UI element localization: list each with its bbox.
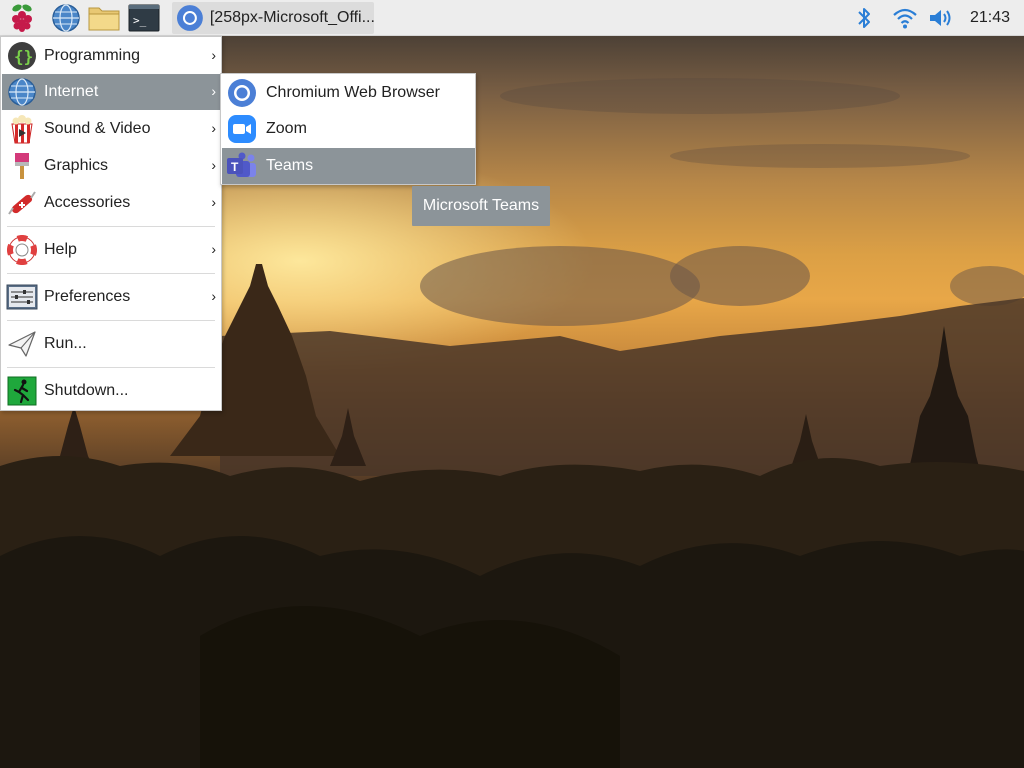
internet-globe-icon	[6, 76, 38, 108]
shutdown-exit-icon	[6, 375, 38, 407]
menu-separator	[7, 367, 215, 368]
taskbar-window-chromium[interactable]: [258px-Microsoft_Offi...	[172, 2, 374, 34]
menu-item-sound-video[interactable]: Sound & Video ›	[2, 111, 220, 147]
submenu-item-label: Chromium Web Browser	[266, 84, 440, 101]
menu-separator	[7, 226, 215, 227]
chromium-icon	[226, 77, 258, 109]
programming-icon: {}	[6, 40, 38, 72]
menu-item-label: Sound & Video	[44, 120, 151, 137]
submenu-item-chromium[interactable]: Chromium Web Browser	[222, 75, 475, 111]
svg-text:{}: {}	[14, 47, 33, 66]
terminal-launcher[interactable]: >_	[128, 2, 160, 34]
menu-item-help[interactable]: Help ›	[2, 232, 220, 268]
submenu-item-zoom[interactable]: Zoom	[222, 111, 475, 147]
graphics-icon	[6, 150, 38, 182]
accessories-icon	[6, 187, 38, 219]
submenu-arrow-icon: ›	[211, 120, 216, 136]
menu-item-graphics[interactable]: Graphics ›	[2, 148, 220, 184]
sound-video-icon	[6, 113, 38, 145]
help-lifebuoy-icon	[6, 234, 38, 266]
menu-item-label: Run...	[44, 335, 87, 352]
svg-text:>_: >_	[133, 14, 147, 27]
submenu-arrow-icon: ›	[211, 194, 216, 210]
submenu-arrow-icon: ›	[211, 241, 216, 257]
file-manager-icon	[88, 7, 120, 31]
web-browser-launcher[interactable]	[50, 2, 82, 34]
submenu-arrow-icon: ›	[211, 157, 216, 173]
menu-separator	[7, 320, 215, 321]
svg-text:T: T	[231, 160, 239, 174]
web-browser-icon	[52, 4, 80, 32]
menu-item-accessories[interactable]: Accessories ›	[2, 185, 220, 221]
submenu-arrow-icon: ›	[211, 47, 216, 63]
menu-item-preferences[interactable]: Preferences ›	[2, 279, 220, 315]
menu-item-shutdown[interactable]: Shutdown...	[2, 373, 220, 409]
submenu-item-label: Zoom	[266, 120, 307, 137]
chromium-icon	[176, 5, 203, 31]
menu-item-label: Preferences	[44, 288, 131, 305]
menu-item-label: Help	[44, 241, 77, 258]
submenu-arrow-icon: ›	[211, 288, 216, 304]
submenu-arrow-icon: ›	[211, 83, 216, 99]
menu-item-run[interactable]: Run...	[2, 326, 220, 362]
terminal-icon: >_	[128, 4, 160, 32]
tooltip: Microsoft Teams	[412, 186, 550, 226]
bluetooth-tray-button[interactable]	[856, 4, 872, 32]
volume-icon	[930, 10, 951, 26]
menu-item-label: Graphics	[44, 157, 109, 174]
internet-submenu: Chromium Web Browser Zoom T Teams	[220, 73, 476, 185]
menu-item-label: Programming	[44, 47, 141, 64]
teams-icon: T	[226, 150, 258, 182]
file-manager-launcher[interactable]	[88, 2, 120, 34]
volume-tray-button[interactable]	[928, 4, 956, 32]
submenu-item-label: Teams	[266, 157, 314, 174]
menu-item-internet[interactable]: Internet ›	[2, 74, 220, 110]
wifi-icon	[893, 8, 917, 29]
clock[interactable]: 21:43	[970, 9, 1010, 27]
task-window-title: [258px-Microsoft_Offi...	[209, 9, 374, 26]
menu-item-label: Shutdown...	[44, 382, 129, 399]
menu-item-programming[interactable]: {} Programming ›	[2, 38, 220, 74]
menu-item-label: Internet	[44, 83, 99, 100]
raspberry-menu-icon	[12, 4, 32, 32]
raspberry-menu-button[interactable]	[6, 2, 38, 34]
taskbar: >_ [258px-Microsoft_Offi... 21:43	[0, 0, 1024, 36]
menu-separator	[7, 273, 215, 274]
zoom-icon	[226, 113, 258, 145]
run-paper-plane-icon	[6, 328, 38, 360]
menu-item-label: Accessories	[44, 194, 131, 211]
application-menu: {} Programming › Internet › Sound & Vide…	[0, 36, 222, 411]
preferences-icon	[6, 281, 38, 313]
submenu-item-teams[interactable]: T Teams	[222, 148, 475, 184]
wifi-tray-button[interactable]	[892, 4, 918, 32]
bluetooth-icon	[858, 8, 870, 28]
